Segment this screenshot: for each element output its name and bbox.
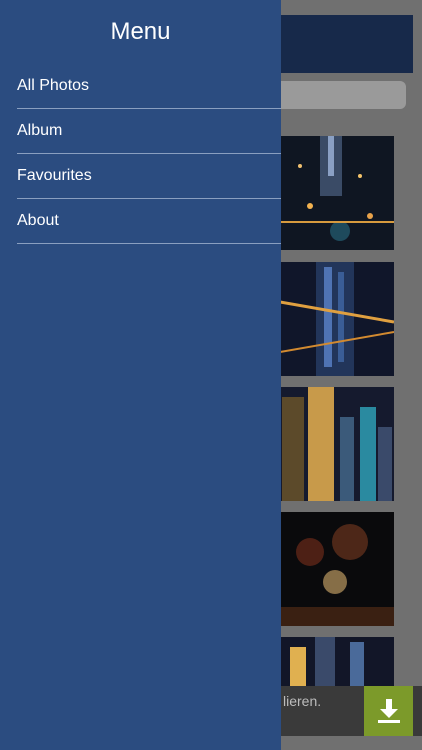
menu-item-about[interactable]: About	[17, 199, 281, 244]
photo-thumbnail[interactable]	[280, 512, 394, 626]
menu-item-label: All Photos	[17, 77, 90, 94]
ad-download-button[interactable]	[364, 686, 413, 736]
download-icon	[377, 699, 400, 723]
drawer-title: Menu	[110, 18, 171, 45]
menu-item-label: Album	[17, 122, 63, 139]
menu-item-album[interactable]: Album	[17, 109, 281, 154]
photo-thumbnail[interactable]	[280, 387, 394, 501]
menu-item-label: About	[17, 212, 59, 229]
search-bar[interactable]	[270, 81, 406, 109]
photo-thumbnail[interactable]	[280, 262, 394, 376]
menu-item-all-photos[interactable]: All Photos	[17, 64, 281, 109]
ad-banner-text: lieren.	[283, 693, 322, 709]
photo-thumbnail[interactable]	[280, 136, 394, 250]
menu-list: All Photos Album Favourites About	[0, 64, 281, 244]
app-header	[270, 15, 413, 73]
menu-item-label: Favourites	[17, 167, 92, 184]
menu-item-favourites[interactable]: Favourites	[17, 154, 281, 199]
navigation-drawer: Menu All Photos Album Favourites About	[0, 0, 281, 750]
photo-thumbnail[interactable]	[280, 637, 394, 686]
